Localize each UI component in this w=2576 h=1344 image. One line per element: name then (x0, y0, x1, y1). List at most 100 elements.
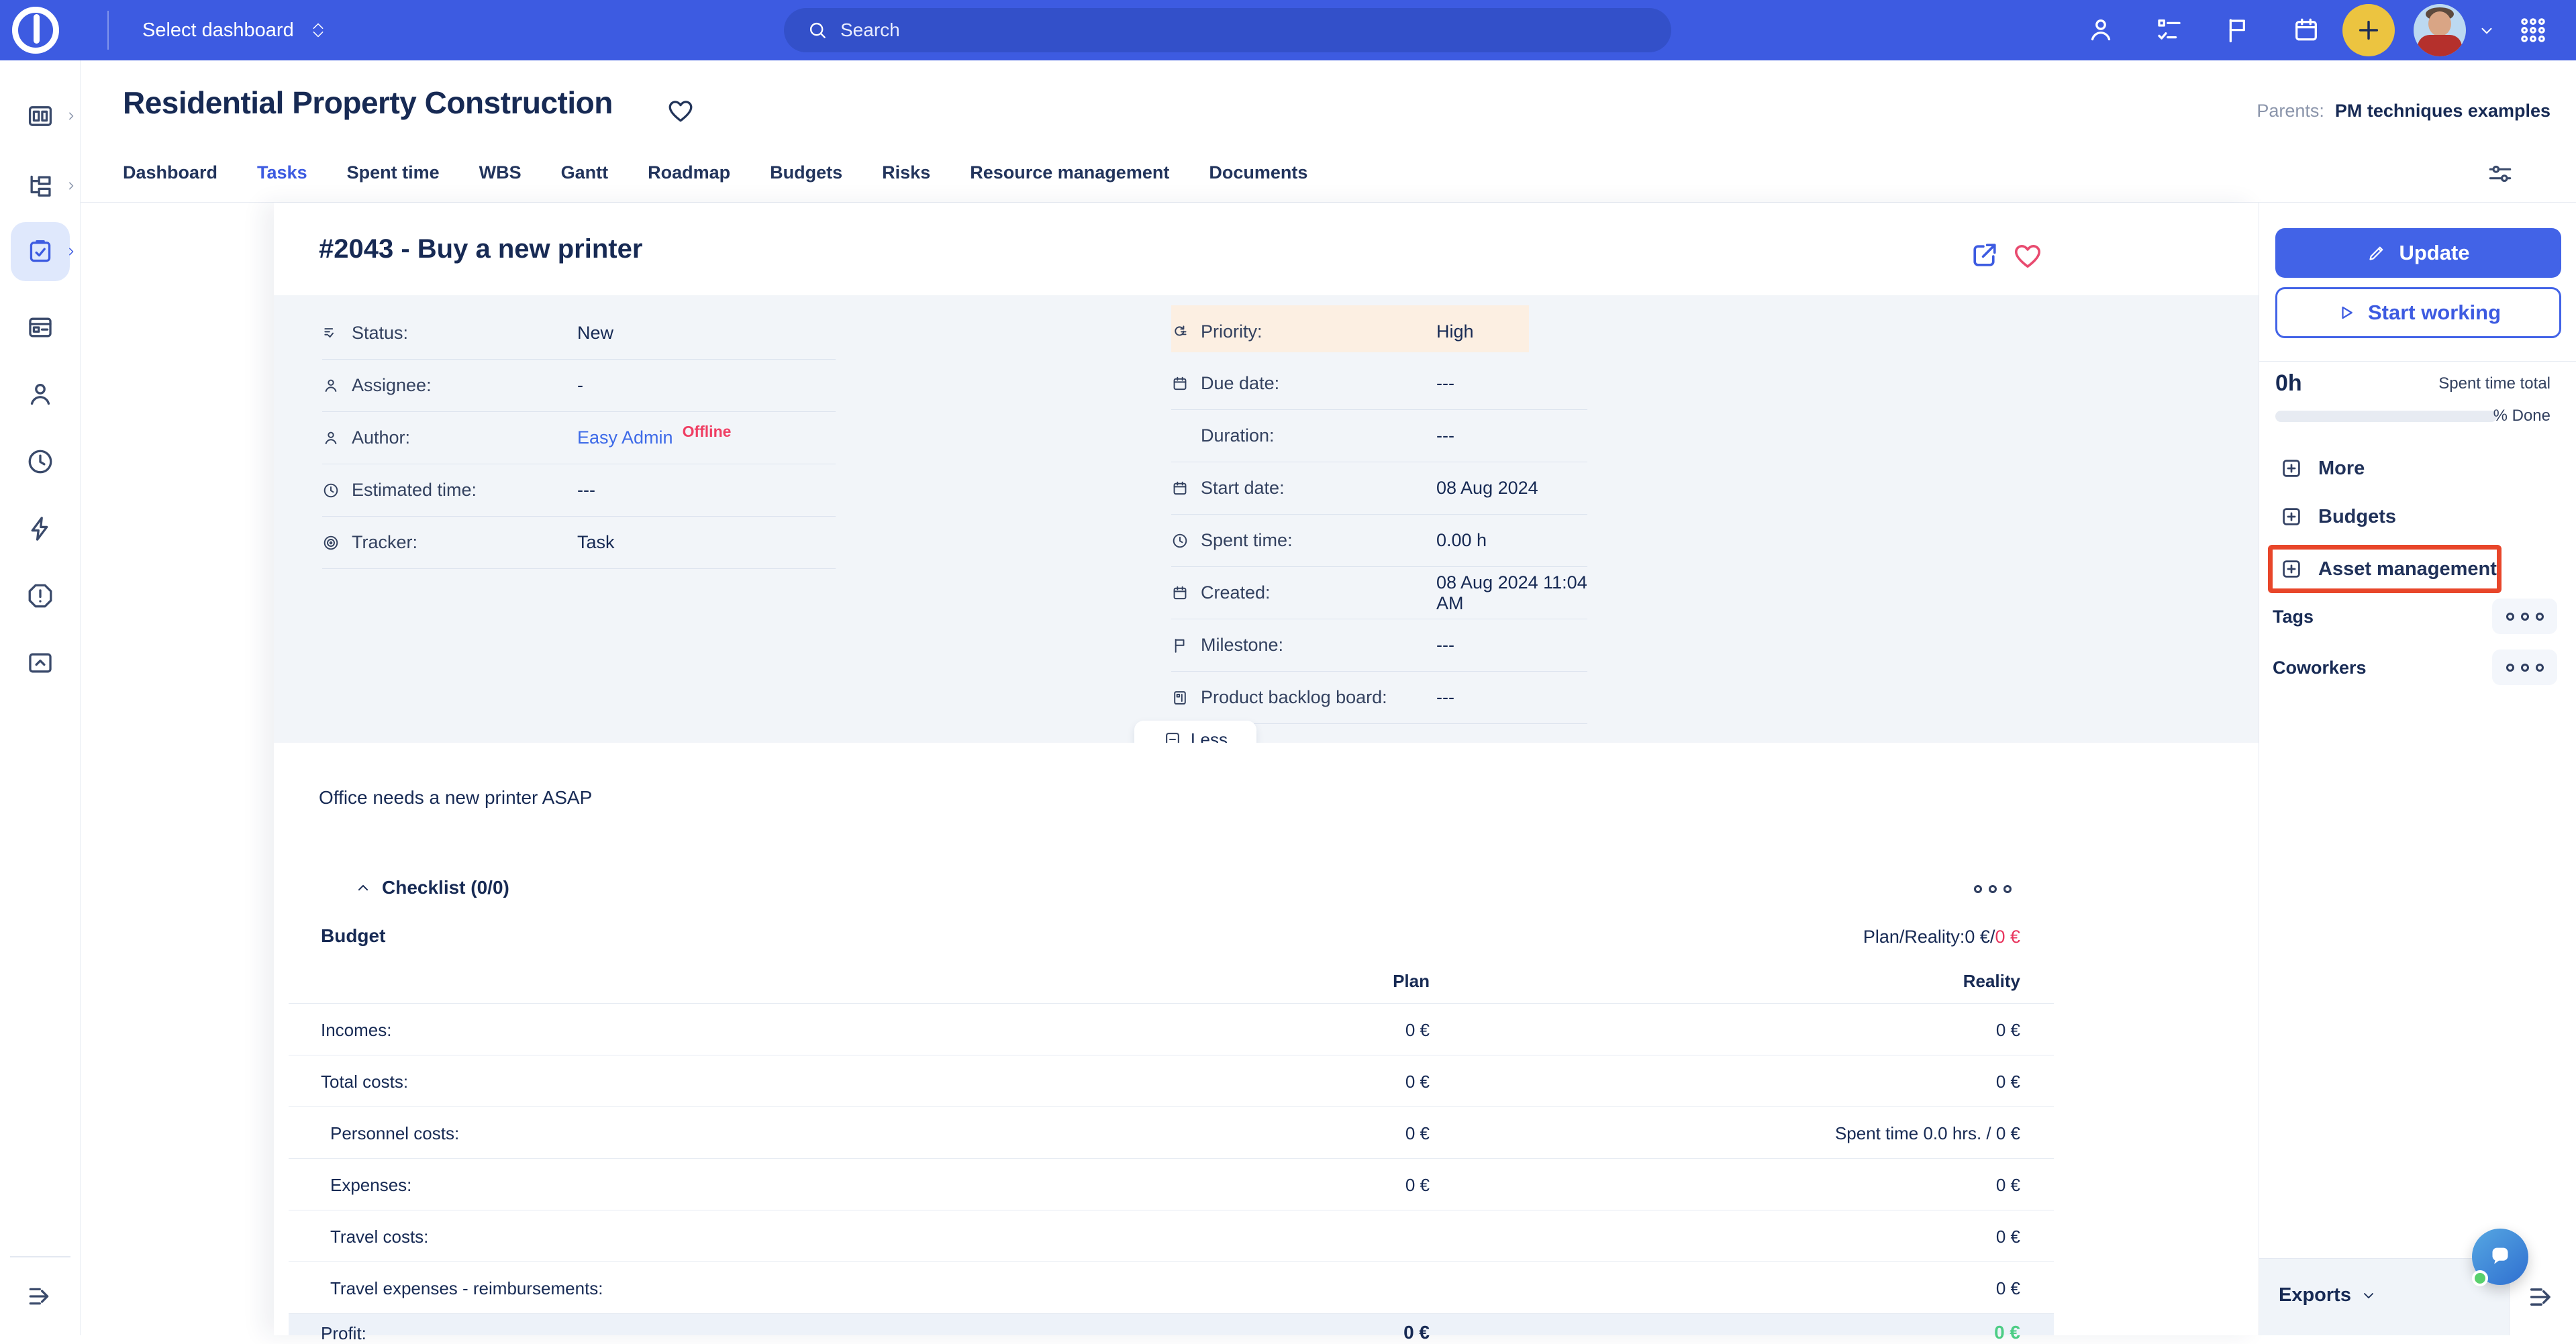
field-label: Priority: (1201, 321, 1262, 342)
field-row-estimated-time: Estimated time: --- (322, 464, 836, 517)
row-plan-value: 0 € (1405, 1020, 1430, 1040)
chat-online-dot (2472, 1270, 2488, 1286)
dashboard-selector-label: Select dashboard (142, 19, 294, 41)
column-header-plan: Plan (1393, 971, 1430, 991)
open-in-new-icon[interactable] (1969, 239, 2001, 271)
field-row-milestone: Milestone: --- (1171, 619, 1587, 672)
flag-icon[interactable] (2223, 15, 2252, 45)
chevron-up-icon (313, 23, 324, 29)
app-logo[interactable] (12, 7, 59, 54)
parents-label: Parents: (2257, 101, 2324, 121)
chevron-down-icon[interactable] (2478, 22, 2495, 40)
tab-gantt[interactable]: Gantt (561, 162, 609, 183)
field-value-priority[interactable]: High (1436, 321, 1474, 342)
plus-square-icon (2283, 460, 2300, 477)
project-header: Residential Property Construction Parent… (81, 60, 2576, 203)
field-value-milestone[interactable]: --- (1436, 635, 1454, 656)
project-tabs: Dashboard Tasks Spent time WBS Gantt Roa… (123, 162, 1307, 183)
avatar-shirt (2418, 35, 2462, 56)
avatar[interactable] (2414, 4, 2466, 56)
user-icon[interactable] (2086, 15, 2116, 45)
alerts-icon[interactable] (26, 581, 55, 611)
apps-grid-icon[interactable] (2518, 15, 2548, 45)
tab-spent-time[interactable]: Spent time (347, 162, 440, 183)
field-label: Product backlog board: (1201, 687, 1387, 707)
time-icon[interactable] (26, 447, 55, 476)
parents-link[interactable]: PM techniques examples (2335, 101, 2550, 121)
tab-wbs[interactable]: WBS (479, 162, 522, 183)
coworkers-more-button[interactable] (2492, 650, 2557, 685)
tags-more-button[interactable] (2492, 599, 2557, 634)
author-link[interactable]: Easy Admin (577, 427, 673, 448)
budgets-section-toggle[interactable]: Budgets (2279, 505, 2396, 529)
chevron-right-icon[interactable] (64, 109, 78, 123)
dashboard-selector[interactable]: Select dashboard (142, 0, 325, 60)
row-plan-value: 0 € (1405, 1072, 1430, 1092)
percent-done-bar (2275, 411, 2497, 422)
tab-budgets[interactable]: Budgets (770, 162, 842, 183)
asset-management-section-toggle[interactable]: Asset management (2279, 557, 2497, 581)
calendar-icon[interactable] (2291, 15, 2321, 45)
tab-risks[interactable]: Risks (882, 162, 930, 183)
update-label: Update (2399, 241, 2470, 264)
spent-time-total-value: 0h (2275, 370, 2302, 396)
table-row-expenses: Expenses: 0 € 0 € (289, 1158, 2054, 1210)
exports-dropdown[interactable]: Exports (2279, 1284, 2377, 1306)
checklist-icon[interactable] (2154, 15, 2184, 45)
row-label: Personnel costs: (330, 1123, 460, 1143)
tab-dashboard[interactable]: Dashboard (123, 162, 217, 183)
field-value-product-backlog-board[interactable]: --- (1436, 687, 1454, 708)
field-value-estimated-time[interactable]: --- (577, 480, 595, 501)
priority-icon (1175, 325, 1187, 336)
checklist-toggle[interactable]: Checklist (0/0) (354, 877, 509, 898)
play-icon (2342, 306, 2352, 319)
user-icon (325, 379, 337, 392)
quick-add-button[interactable] (2342, 4, 2395, 56)
field-value-created: 08 Aug 2024 11:04 AM (1436, 572, 1587, 613)
search-input[interactable]: Search (784, 8, 1671, 52)
field-value-due-date[interactable]: --- (1436, 373, 1454, 394)
field-value-tracker[interactable]: Task (577, 532, 615, 553)
checklist-title: Checklist (0/0) (382, 877, 509, 898)
exports-strip: Exports (2259, 1258, 2509, 1335)
user-icon[interactable] (26, 380, 55, 409)
table-row-incomes: Incomes: 0 € 0 € (289, 1003, 2054, 1055)
favorite-task-heart-icon[interactable] (2012, 239, 2044, 271)
dashboard-selector-chevrons (311, 21, 325, 39)
tab-documents[interactable]: Documents (1209, 162, 1307, 183)
tab-resource-management[interactable]: Resource management (970, 162, 1169, 183)
field-value-start-date[interactable]: 08 Aug 2024 (1436, 478, 1538, 499)
field-value-assignee[interactable]: - (577, 375, 583, 396)
expand-sidebar-icon[interactable] (26, 1282, 55, 1311)
news-icon[interactable] (26, 313, 55, 342)
update-button[interactable]: Update (2275, 228, 2561, 278)
tab-tasks[interactable]: Tasks (257, 162, 307, 183)
collapse-panel-icon[interactable] (2526, 1282, 2557, 1312)
row-plan-value: 0 € (1405, 1175, 1430, 1195)
quick-actions-icon[interactable] (26, 514, 55, 544)
budget-summary-label: Plan/Reality: (1863, 927, 1965, 947)
topbar-divider (107, 11, 109, 50)
view-settings-icon[interactable] (2486, 160, 2514, 188)
dashboard-icon[interactable] (26, 101, 55, 131)
checklist-more-button[interactable] (1974, 885, 2012, 893)
more-section-toggle[interactable]: More (2279, 456, 2365, 480)
flag-icon (1175, 638, 1185, 653)
table-row-total-costs: Total costs: 0 € 0 € (289, 1055, 2054, 1107)
start-working-button[interactable]: Start working (2275, 287, 2561, 338)
favorite-heart-icon[interactable] (666, 95, 695, 125)
chevron-right-icon[interactable] (64, 179, 78, 193)
chevron-right-icon[interactable] (64, 245, 78, 258)
releases-icon[interactable] (26, 648, 55, 678)
field-label: Spent time: (1201, 530, 1293, 550)
field-value-duration[interactable]: --- (1436, 425, 1454, 446)
calendar-icon (1173, 376, 1187, 390)
project-tree-icon[interactable] (26, 171, 55, 201)
field-value-status[interactable]: New (577, 323, 613, 344)
user-icon (325, 431, 337, 444)
row-reality-value: 0 € (1995, 1227, 2020, 1247)
field-value-spent-time[interactable]: 0.00 h (1436, 530, 1487, 551)
tab-roadmap[interactable]: Roadmap (648, 162, 730, 183)
tasks-icon[interactable] (26, 237, 55, 266)
chat-widget-button[interactable] (2472, 1229, 2528, 1286)
